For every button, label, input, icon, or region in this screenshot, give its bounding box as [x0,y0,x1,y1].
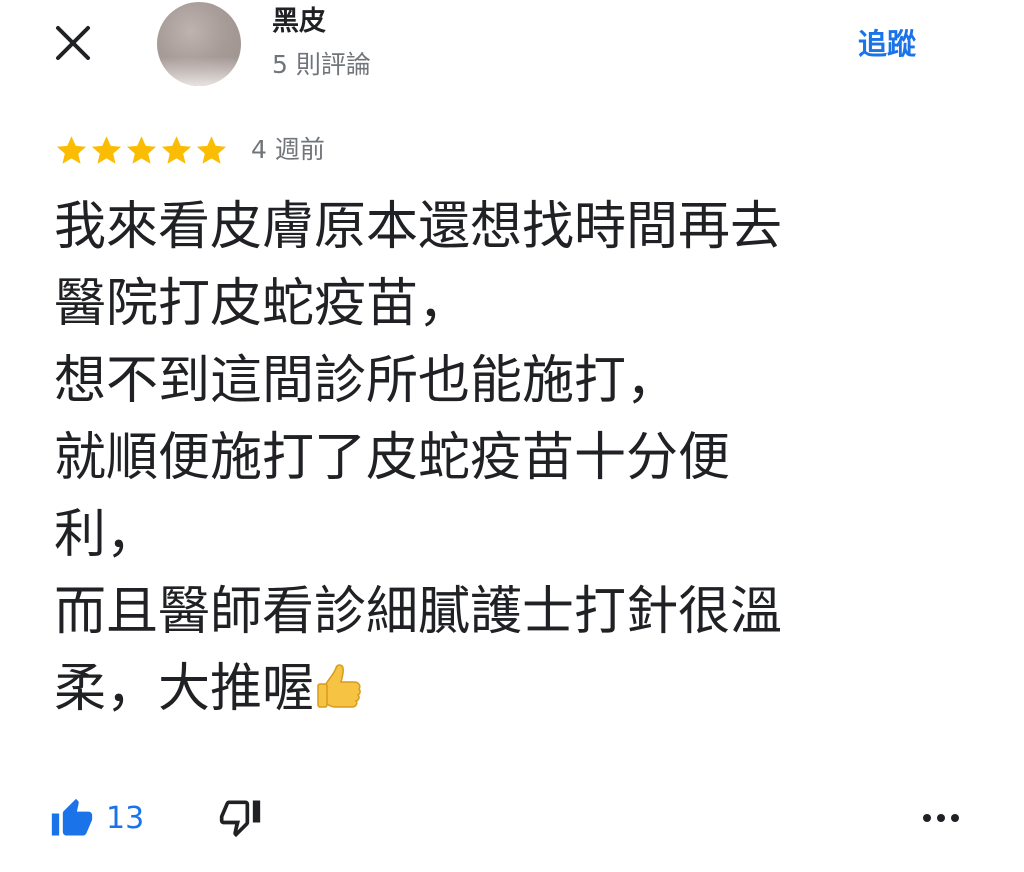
more-horizontal-icon [923,814,959,822]
like-button[interactable]: 13 [50,797,144,841]
review-detail-screen: 黑皮 5 則評論 追蹤 4 週前 我來看皮膚原本還想找時間再去 醫院打皮蛇疫苗，… [0,0,1024,872]
reviewer-review-count: 5 則評論 [272,50,371,79]
review-text: 我來看皮膚原本還想找時間再去 醫院打皮蛇疫苗， 想不到這間診所也能施打， 就順便… [54,189,984,728]
avatar[interactable] [157,2,241,86]
review-text-line: 利， [54,505,159,565]
close-icon [56,26,90,60]
close-button[interactable] [50,20,96,66]
review-text-line: 我來看皮膚原本還想找時間再去 [54,197,783,257]
review-text-line: 想不到這間診所也能施打， [54,351,679,411]
star-icon [89,133,124,168]
reviewer-name[interactable]: 黑皮 [272,2,326,42]
dislike-button[interactable] [218,795,262,843]
follow-button[interactable]: 追蹤 [858,22,916,66]
star-icon [124,133,159,168]
review-text-line: 而且醫師看診細膩護士打針很溫 [54,582,783,642]
star-icon [54,133,89,168]
thumbs-up-emoji [317,664,361,708]
thumbs-up-icon [51,798,93,836]
star-icon [159,133,194,168]
review-text-line: 就順便施打了皮蛇疫苗十分便 [54,428,731,488]
star-icon [194,133,229,168]
review-text-line: 柔，大推喔 [54,659,315,719]
more-options-button[interactable] [918,802,964,834]
star-rating [54,133,229,168]
review-text-last-line: 柔，大推喔 [54,651,984,728]
like-count: 13 [106,801,145,836]
review-actions: 13 [50,793,262,845]
thumbs-down-icon [220,800,261,838]
review-text-line: 醫院打皮蛇疫苗， [54,274,471,334]
review-time: 4 週前 [251,135,325,164]
rating-row: 4 週前 [54,128,325,172]
